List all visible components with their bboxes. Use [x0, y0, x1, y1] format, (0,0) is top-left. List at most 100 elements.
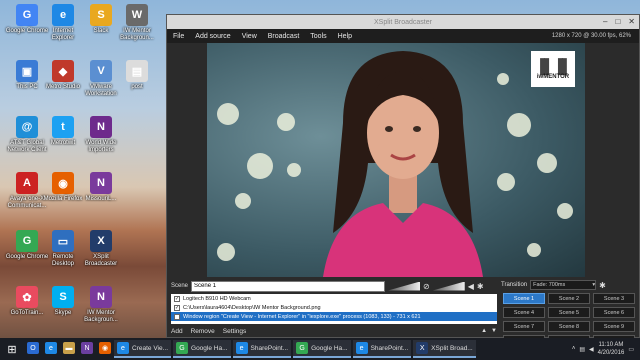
desktop-icon[interactable]: X XSplit Broadcaster — [82, 230, 120, 268]
taskbar-item[interactable]: e SharePoint... — [232, 340, 292, 358]
app-icon: G — [16, 230, 38, 252]
scene-button[interactable]: Scene 6 — [593, 307, 635, 318]
taskbar-item[interactable]: X XSplit Broad... — [413, 340, 476, 358]
menu-add-source[interactable]: Add source — [195, 33, 230, 40]
app-icon: e — [52, 4, 74, 26]
iwmentor-logo: ▐▌▐▌ iwMENTOR — [531, 51, 575, 87]
taskbar-pinned-app[interactable]: ◉ — [96, 340, 114, 358]
taskbar-item[interactable]: G Google Ha... — [173, 340, 231, 358]
desktop-icon[interactable]: A Avaya one-X Communicat... — [8, 172, 46, 210]
taskbar-item-label: Google Ha... — [311, 344, 348, 352]
taskbar-item[interactable]: G Google Ha... — [293, 340, 351, 358]
app-icon: G — [16, 4, 38, 26]
desktop-icon-label: World Wide Importers — [85, 140, 117, 153]
source-checkbox[interactable]: ✓ — [174, 295, 180, 302]
transition-select[interactable]: Fade: 700ms ▾ — [530, 280, 597, 290]
app-icon: G — [296, 342, 309, 354]
desktop-icon[interactable]: ◆ Metro Studio — [44, 60, 82, 91]
title-bar[interactable]: XSplit Broadcaster – □ ✕ — [167, 15, 639, 29]
source-checkbox[interactable] — [174, 313, 180, 320]
tray-arrow-icon[interactable]: ˄ — [572, 346, 576, 352]
resolution-readout[interactable]: 1280 x 720 @ 30.00 fps, 62% — [552, 33, 631, 39]
clock[interactable]: 11:10 AM 4/20/2016 — [598, 341, 625, 357]
transition-value: Fade: 700ms — [533, 282, 566, 288]
menu-tools[interactable]: Tools — [310, 33, 326, 40]
taskbar-item[interactable]: e Create Vie... — [114, 340, 172, 358]
close-icon[interactable]: ✕ — [628, 17, 635, 26]
desktop-icon[interactable]: ▭ Remote Desktop — [44, 230, 82, 268]
taskbar-item[interactable]: e SharePoint... — [352, 340, 412, 358]
scene-button[interactable]: Scene 1 — [503, 293, 545, 304]
app-icon: N — [81, 342, 93, 354]
video-preview[interactable]: ▐▌▐▌ iwMENTOR — [207, 43, 585, 277]
mic-volume-meter[interactable] — [432, 281, 465, 291]
source-list: ✓ Logitech B910 HD Webcam ✓ C:\Users\laura4… — [171, 294, 497, 324]
desktop-icon[interactable]: N MissouriL... — [82, 172, 120, 203]
source-row[interactable]: Window region "Create View - Internet Ex… — [171, 312, 497, 321]
app-icon: ▭ — [52, 230, 74, 252]
windows-start-icon[interactable]: ⊞ — [0, 338, 24, 360]
notification-icon[interactable]: ▭ — [628, 346, 634, 353]
app-icon: e — [235, 342, 248, 354]
desktop-icon-label: MissouriL... — [85, 196, 117, 202]
source-label: Logitech B910 HD Webcam — [183, 295, 251, 302]
transition-bar: Transition Fade: 700ms ▾ ✱ — [501, 279, 639, 291]
scene-button[interactable]: Scene 8 — [548, 321, 590, 332]
source-checkbox[interactable]: ✓ — [174, 304, 180, 311]
clock-date: 4/20/2016 — [597, 350, 625, 356]
taskbar-pinned-app[interactable]: e — [42, 340, 60, 358]
desktop-icon[interactable]: ▤ post — [118, 60, 156, 91]
maximize-icon[interactable]: □ — [615, 17, 620, 26]
scene-button[interactable]: Scene 4 — [503, 307, 545, 318]
taskbar-pinned-app[interactable]: ▬ — [60, 340, 78, 358]
taskbar-pinned-app[interactable]: N — [78, 340, 96, 358]
desktop-icon[interactable]: V VMware Workstation — [82, 60, 120, 98]
app-icon: G — [176, 342, 189, 354]
scene-button[interactable]: Scene 3 — [593, 293, 635, 304]
taskbar-pinned-app[interactable]: O — [24, 340, 42, 358]
window-title: XSplit Broadcaster — [374, 18, 432, 26]
desktop-icon[interactable]: N World Wide Importers — [82, 116, 120, 154]
menu-broadcast[interactable]: Broadcast — [268, 33, 300, 40]
minimize-icon[interactable]: – — [603, 17, 607, 26]
transition-label: Transition — [501, 282, 528, 288]
xsplit-window: XSplit Broadcaster – □ ✕ File Add source… — [166, 14, 640, 346]
app-icon: W — [126, 4, 148, 26]
add-source-button[interactable]: Add — [171, 328, 183, 335]
menu-help[interactable]: Help — [338, 33, 352, 40]
app-icon: ◉ — [99, 342, 111, 354]
volume-icon[interactable]: ◀ — [589, 346, 594, 353]
desktop-icon-label: XSplit Broadcaster — [84, 254, 118, 267]
scene-name-input[interactable] — [191, 280, 386, 292]
speaker-icon[interactable]: ◀ — [468, 282, 474, 291]
scene-button[interactable]: Scene 5 — [548, 307, 590, 318]
desktop-icon[interactable]: t Metrotwit — [44, 116, 82, 147]
desktop-icon[interactable]: S Skype — [44, 286, 82, 317]
desktop-icon[interactable]: @ AT&T Global Network Client — [7, 116, 47, 154]
app-icon: A — [16, 172, 38, 194]
desktop-icon-label: post — [131, 84, 143, 90]
move-up-icon[interactable]: ▲ — [481, 328, 487, 334]
mic-muted-icon[interactable]: ⊘ — [423, 282, 430, 291]
network-icon[interactable]: ▤ — [579, 346, 585, 353]
transition-settings-icon[interactable]: ✱ — [599, 281, 606, 290]
scene-button[interactable]: Scene 2 — [548, 293, 590, 304]
source-row[interactable]: ✓ Logitech B910 HD Webcam — [171, 294, 497, 303]
gear-icon[interactable]: ✱ — [477, 282, 484, 291]
desktop-icon[interactable]: e Internet Explorer — [44, 4, 82, 42]
move-down-icon[interactable]: ▼ — [491, 328, 497, 334]
clock-time: 11:10 AM — [598, 342, 624, 348]
desktop-icon[interactable]: N IW Mentor Backgroun... — [82, 286, 120, 324]
scene-button[interactable]: Scene 9 — [593, 321, 635, 332]
remove-source-button[interactable]: Remove — [191, 328, 215, 335]
menu-file[interactable]: File — [173, 33, 184, 40]
desktop-icon[interactable]: ◉ Mozilla Firefox — [44, 172, 82, 203]
source-label: C:\Users\laura4604\Desktop\IW Mentor Bac… — [183, 304, 321, 311]
desktop-icon[interactable]: W IW Mentor Backgroun... — [118, 4, 156, 42]
source-row[interactable]: ✓ C:\Users\laura4604\Desktop\IW Mentor Ba… — [171, 303, 497, 312]
app-icon: ◆ — [52, 60, 74, 82]
speaker-volume-meter[interactable] — [388, 281, 421, 291]
settings-button[interactable]: Settings — [223, 328, 247, 335]
scene-button[interactable]: Scene 7 — [503, 321, 545, 332]
menu-view[interactable]: View — [242, 33, 257, 40]
